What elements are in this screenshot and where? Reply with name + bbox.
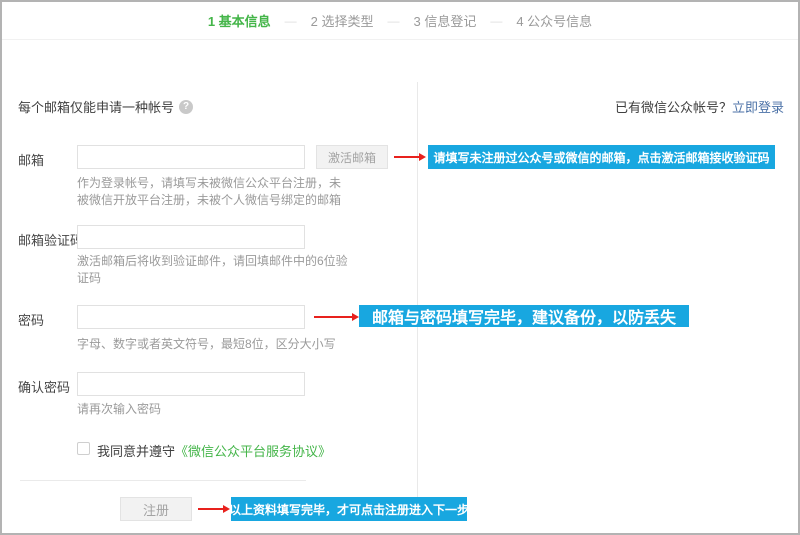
code-hint-line1: 激活邮箱后将收到验证邮件，请回填邮件中的6位验	[77, 252, 348, 269]
step-separator: —	[490, 14, 502, 28]
email-code-input[interactable]	[77, 225, 305, 249]
password-input[interactable]	[77, 305, 305, 329]
vertical-divider	[417, 82, 418, 520]
step-separator: —	[285, 14, 297, 28]
confirm-password-input[interactable]	[77, 372, 305, 396]
code-hint-line2: 证码	[77, 269, 101, 286]
email-hint-line2: 被微信开放平台注册，未被个人微信号绑定的邮箱	[77, 191, 341, 208]
annotation-email: 请填写未注册过公众号或微信的邮箱，点击激活邮箱接收验证码	[428, 145, 775, 169]
existing-account-login: 已有微信公众帐号？立即登录	[615, 97, 784, 116]
email-hint-line1: 作为登录帐号，请填写未被微信公众平台注册，未	[77, 174, 341, 191]
register-button[interactable]: 注册	[120, 497, 192, 521]
email-code-label: 邮箱验证码	[18, 230, 83, 249]
service-agreement-link[interactable]: 《微信公众平台服务协议》	[175, 444, 331, 459]
email-label: 邮箱	[18, 150, 44, 169]
step-separator: —	[388, 14, 400, 28]
red-arrow-icon	[314, 316, 352, 318]
agreement-prefix: 我同意并遵守	[97, 444, 175, 459]
step-info-registration[interactable]: 3 信息登记	[414, 11, 477, 30]
activate-email-button[interactable]: 激活邮箱	[316, 145, 388, 169]
step-choose-type[interactable]: 2 选择类型	[311, 11, 374, 30]
password-label: 密码	[18, 310, 44, 329]
email-input[interactable]	[77, 145, 305, 169]
horizontal-divider	[20, 480, 306, 481]
red-arrow-icon	[198, 508, 223, 510]
annotation-password: 邮箱与密码填写完毕，建议备份，以防丢失	[359, 305, 689, 327]
note-text: 每个邮箱仅能申请一种帐号	[18, 97, 174, 116]
agreement-checkbox[interactable]	[77, 442, 90, 455]
steps-bar: 1 基本信息 — 2 选择类型 — 3 信息登记 — 4 公众号信息	[2, 2, 798, 40]
step-account-info[interactable]: 4 公众号信息	[516, 11, 592, 30]
step-basic-info[interactable]: 1 基本信息	[208, 11, 271, 30]
confirm-password-hint: 请再次输入密码	[77, 400, 161, 417]
confirm-password-label: 确认密码	[18, 377, 70, 396]
login-now-link[interactable]: 立即登录	[732, 100, 784, 115]
login-prompt: 已有微信公众帐号？	[615, 100, 732, 115]
annotation-register: 以上资料填写完毕，才可点击注册进入下一步	[231, 497, 467, 521]
agreement-text: 我同意并遵守《微信公众平台服务协议》	[97, 441, 331, 460]
red-arrow-icon	[394, 156, 419, 158]
one-email-one-account-note: 每个邮箱仅能申请一种帐号 ?	[18, 97, 193, 116]
registration-page: 1 基本信息 — 2 选择类型 — 3 信息登记 — 4 公众号信息 每个邮箱仅…	[0, 0, 800, 535]
question-circle-icon[interactable]: ?	[179, 100, 193, 114]
password-hint: 字母、数字或者英文符号，最短8位，区分大小写	[77, 335, 336, 352]
